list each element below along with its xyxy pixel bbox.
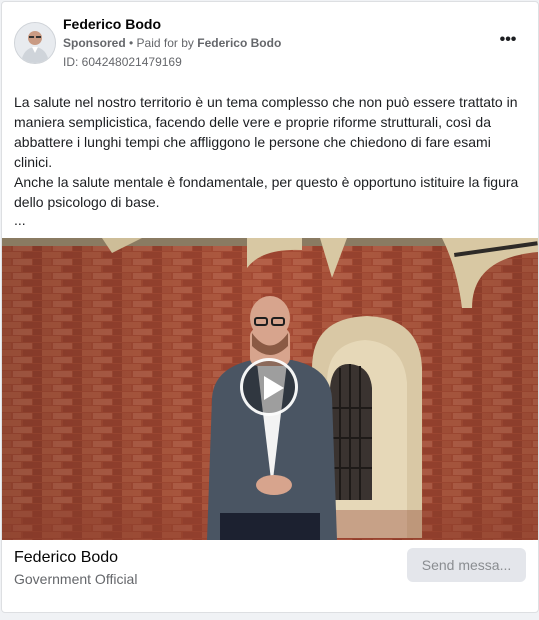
post-header: Federico Bodo Sponsored • Paid for by Fe… [2, 2, 538, 77]
ad-id: ID: 604248021479169 [63, 55, 182, 69]
sponsored-label: Sponsored [63, 36, 126, 50]
author-name[interactable]: Federico Bodo [63, 16, 161, 32]
post-text-paragraph: Anche la salute mentale è fondamentale, … [14, 174, 519, 210]
avatar-image [15, 23, 55, 63]
page-name[interactable]: Federico Bodo [14, 549, 118, 567]
send-message-button[interactable]: Send messa... [407, 548, 526, 582]
post-footer: Federico Bodo Government Official Send m… [2, 540, 538, 612]
separator: • [125, 36, 137, 50]
see-more-ellipsis[interactable]: ... [14, 212, 26, 228]
more-options-icon[interactable]: ••• [496, 30, 520, 50]
post-text-paragraph: La salute nel nostro territorio è un tem… [14, 94, 518, 170]
sponsored-line: Sponsored • Paid for by Federico Bodo [63, 36, 281, 50]
post-text: La salute nel nostro territorio è un tem… [14, 92, 526, 212]
play-button[interactable] [240, 358, 298, 416]
ad-card: Federico Bodo Sponsored • Paid for by Fe… [1, 1, 539, 613]
paid-for-by-label: Paid for by [136, 36, 194, 50]
play-icon [264, 376, 284, 400]
page-category: Government Official [14, 571, 138, 587]
avatar[interactable] [14, 22, 56, 64]
paid-for-name[interactable]: Federico Bodo [197, 36, 281, 50]
